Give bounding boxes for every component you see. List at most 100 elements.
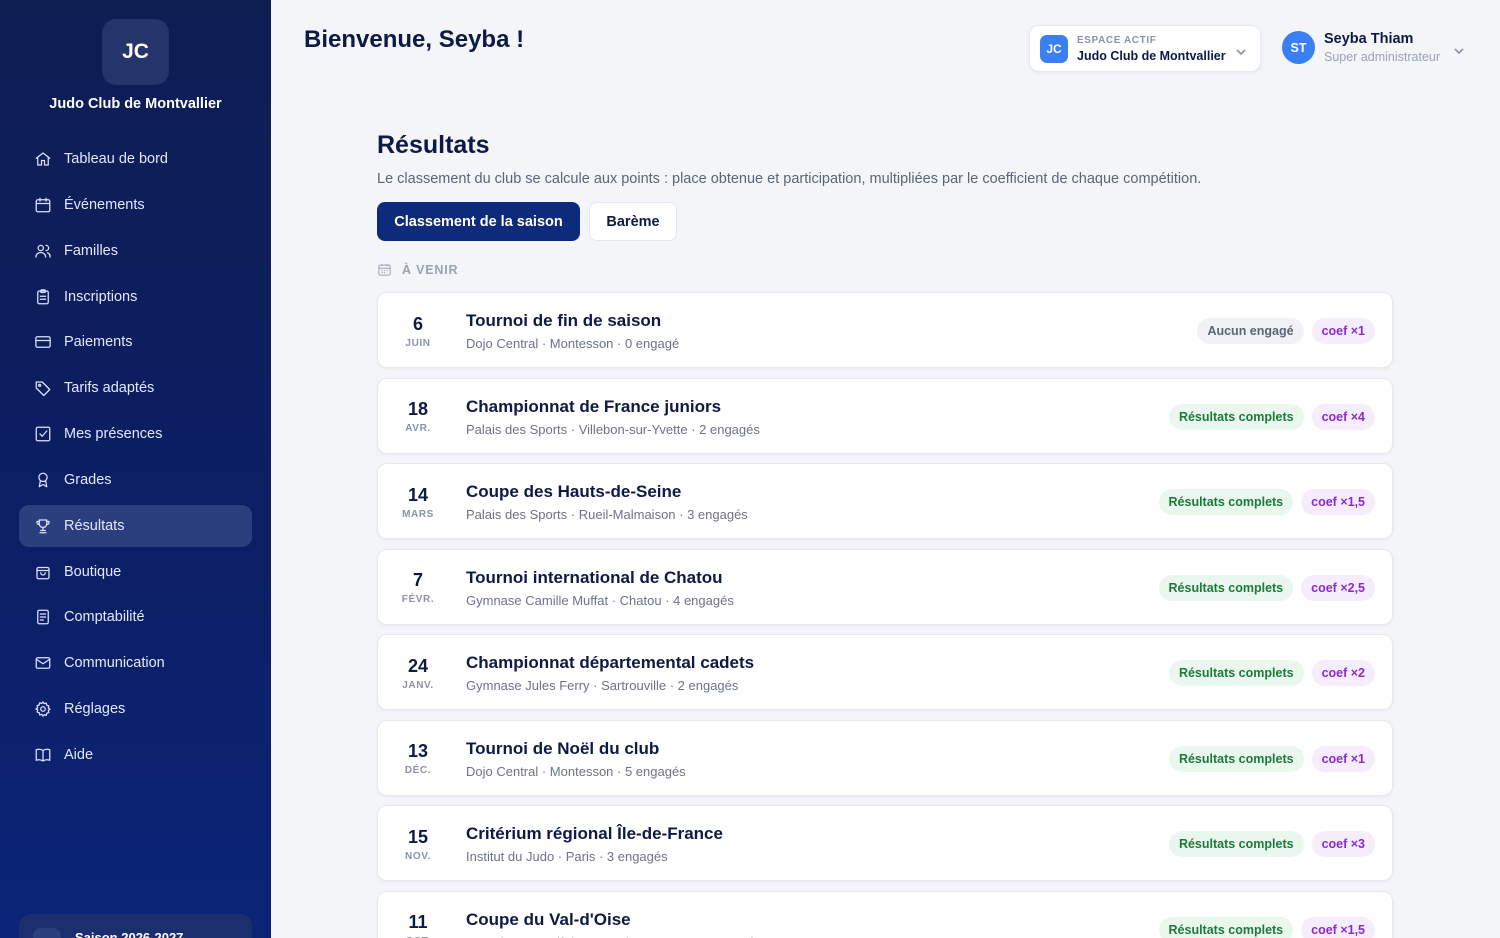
ledger-icon [33,608,52,627]
page-title: Résultats [377,131,490,159]
coefficient-badge: coef ×2,5 [1301,574,1375,601]
event-month: NOV. [405,850,431,862]
event-title: Tournoi de fin de saison [466,311,662,330]
event-date: 6 JUIN [378,293,458,369]
sidebar-item-label: Boutique [64,563,122,580]
event-month: FÉVR. [401,594,435,605]
sidebar-item-label: Résultats [64,517,125,534]
section-header-upcoming: À VENIR [377,262,458,277]
sidebar-item-aide[interactable]: Aide [19,734,252,776]
event-card[interactable]: 24 JANV. Championnat départemental cadets G… [377,634,1393,710]
event-card[interactable]: 6 JUIN Tournoi de fin de saison Dojo Centra… [377,292,1393,368]
sidebar-item-communication[interactable]: Communication [19,642,252,684]
sidebar-item-tarifs-adaptes[interactable]: Tarifs adaptés [19,367,252,409]
coefficient-badge: coef ×1 [1311,745,1375,772]
avatar: ST [1282,31,1315,64]
shopping-bag-icon [33,562,52,581]
sidebar-item-label: Tarifs adaptés [64,380,155,397]
season-selector[interactable]: Saison 2026-2027 [19,914,252,938]
event-meta: Palais des Sports · Rueil-Malmaison · 3 … [466,507,748,522]
coefficient-badge: coef ×1 [1311,318,1375,344]
coefficient-badge: coef ×1,5 [1301,489,1375,515]
event-date: 18 AVR. [378,379,458,455]
sidebar-item-mes-presences[interactable]: Mes présences [19,413,252,455]
event-meta: Complexe sportif des Merades · Cergy · 2… [466,935,761,938]
event-month: AVR. [405,423,431,434]
status-badge: Résultats complets [1168,403,1304,430]
check-square-icon [33,425,52,444]
event-tags: Résultats complets coef ×1 [1161,745,1375,772]
status-badge: Résultats complets [1158,574,1294,601]
status-badge: Résultats complets [1168,831,1304,857]
event-day: 11 [408,912,428,932]
event-card[interactable]: 13 DÉC. Tournoi de Noël du club Dojo Centra… [377,719,1393,797]
sidebar-item-reglages[interactable]: Réglages [19,688,252,730]
event-card[interactable]: 11OCT. Coupe du Val-d'Oise Complexe sporti… [377,890,1393,938]
event-date: 14 MARS [378,464,458,540]
users-icon [33,241,52,260]
user-name: Seyba Thiam [1324,31,1414,47]
sidebar-item-label: Inscriptions [64,288,138,305]
sidebar-item-boutique[interactable]: Boutique [19,551,252,593]
event-month: JUIN [405,337,431,349]
sidebar: JC Judo Club de Montvallier Tableau de b… [0,0,271,938]
sidebar-item-grades[interactable]: Grades [19,459,252,501]
event-day: 24 [407,655,429,676]
sidebar-nav: Tableau de bord Événements Familles Inscrip… [19,138,252,780]
season-icon [33,928,61,938]
mail-icon [33,654,52,673]
event-tags: Résultats complets coef ×2 [1161,660,1375,686]
season-label: Saison 2026-2027 [75,930,184,938]
club-name: Judo Club de Montvallier [49,96,222,112]
home-icon [33,150,52,169]
event-card[interactable]: 7 FÉVR. Tournoi international de Chatou Gym… [377,548,1393,625]
event-day: 6 [412,313,423,334]
event-card[interactable]: 18 AVR. Championnat de France juniors Palai… [377,377,1393,455]
page-description: Le classement du club se calcule aux poi… [377,171,1202,187]
event-tags: Résultats complets coef ×4 [1161,403,1375,430]
space-badge: JC [1040,34,1068,63]
event-card[interactable]: 14 MARS Coupe des Hauts-de-Seine Palais des… [377,463,1393,539]
welcome-title: Bienvenue, Seyba ! [304,26,525,53]
event-meta: Institut du Judo · Paris · 3 engagés [466,849,668,864]
event-month: DÉC. [404,765,432,776]
event-date: 13 DÉC. [378,721,458,797]
sidebar-item-paiements[interactable]: Paiements [19,321,252,363]
sidebar-item-tableau-de-bord[interactable]: Tableau de bord [19,138,252,180]
event-date: 15 NOV. [378,806,458,882]
event-title: Coupe du Val-d'Oise [466,909,631,929]
sidebar-item-inscriptions[interactable]: Inscriptions [19,276,252,318]
sidebar-item-resultats[interactable]: Résultats [19,504,252,547]
award-icon [33,470,52,489]
gear-icon [33,700,52,719]
event-day: 18 [407,399,429,419]
sidebar-item-label: Paiements [64,334,133,351]
scale-button[interactable]: Barème [589,202,677,241]
sidebar-item-label: Mes présences [64,426,163,443]
status-badge: Résultats complets [1158,916,1294,938]
club-logo[interactable]: JC [102,19,169,85]
chevron-down-icon [1454,43,1464,55]
user-menu[interactable]: ST Seyba Thiam Super administrateur [1282,31,1464,64]
sidebar-item-evenements[interactable]: Événements [19,184,252,226]
event-meta: Gymnase Camille Muffat · Chatou · 4 enga… [466,592,734,608]
trophy-icon [33,516,52,535]
coefficient-badge: coef ×4 [1311,403,1375,430]
event-title: Championnat départemental cadets [466,653,755,672]
sidebar-item-label: Tableau de bord [64,151,168,167]
space-name: Judo Club de Montvallier [1077,48,1226,63]
sidebar-item-familles[interactable]: Familles [19,230,252,272]
event-tags: Aucun engagé coef ×1 [1189,318,1375,344]
event-day: 7 [412,570,423,590]
sidebar-item-comptabilite[interactable]: Comptabilité [19,596,252,638]
calendar-icon [377,262,402,277]
active-space-selector[interactable]: JC ESPACE ACTIF Judo Club de Montvallier [1029,25,1261,72]
event-day: 14 [407,484,429,505]
status-badge: Résultats complets [1168,660,1304,686]
event-meta: Dojo Central · Montesson · 5 engagés [466,763,686,779]
sidebar-item-label: Aide [64,746,94,763]
tag-icon [33,379,52,398]
event-card[interactable]: 15 NOV. Critérium régional Île-de-France In… [377,805,1393,881]
season-ranking-button[interactable]: Classement de la saison [377,202,580,241]
status-badge: Aucun engagé [1197,318,1304,344]
